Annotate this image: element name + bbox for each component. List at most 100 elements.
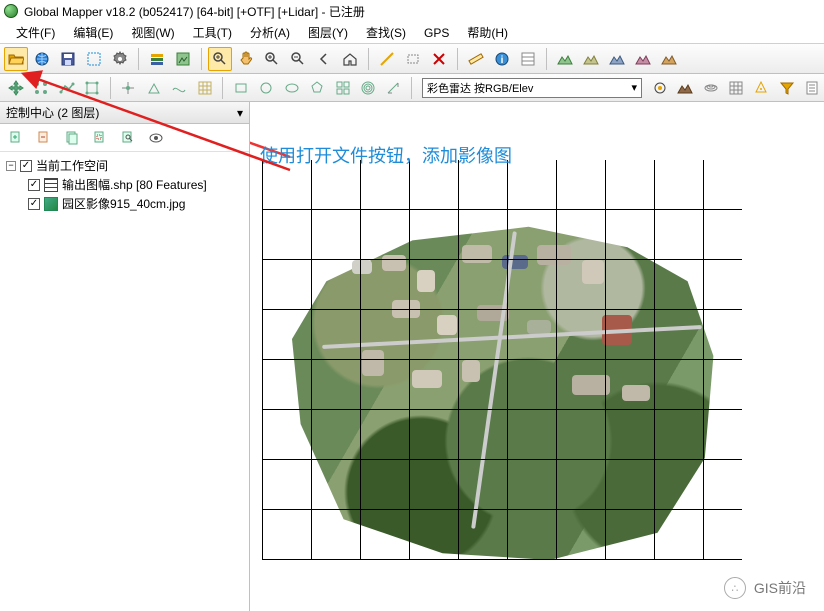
map-viewport bbox=[262, 160, 742, 560]
edit-grid-button[interactable] bbox=[193, 76, 216, 100]
raster-layer-icon bbox=[44, 197, 58, 211]
grid-overlay bbox=[262, 160, 742, 560]
analysis-grid-button[interactable] bbox=[724, 76, 747, 100]
map-canvas[interactable]: 使用打开文件按钮，添加影像图 bbox=[250, 102, 824, 611]
home-button[interactable] bbox=[338, 47, 362, 71]
checkbox[interactable]: ✓ bbox=[28, 179, 40, 191]
checkbox[interactable]: ✓ bbox=[28, 198, 40, 210]
attribute-button[interactable] bbox=[516, 47, 540, 71]
menu-view[interactable]: 视图(W) bbox=[123, 22, 182, 43]
zoom-tool-button[interactable] bbox=[208, 47, 232, 71]
annotation-text: 使用打开文件按钮，添加影像图 bbox=[260, 142, 512, 168]
control-center-panel: 控制中心 (2 图层) ▾ − ✓ 当前工作空间 ✓ 输出图幅.shp [80 … bbox=[0, 102, 250, 611]
expander-icon[interactable]: − bbox=[6, 161, 16, 171]
panel-title: 控制中心 (2 图层) ▾ bbox=[0, 102, 249, 124]
shape-circle-button[interactable] bbox=[255, 76, 278, 100]
map-button[interactable] bbox=[171, 47, 195, 71]
terrain-1-button[interactable] bbox=[553, 47, 577, 71]
menu-gps[interactable]: GPS bbox=[416, 24, 457, 42]
edit-shape-button[interactable] bbox=[142, 76, 165, 100]
toolbar-separator bbox=[110, 77, 111, 99]
analysis-contour-button[interactable] bbox=[699, 76, 722, 100]
panel-toolbar bbox=[0, 124, 249, 152]
menu-layer[interactable]: 图层(Y) bbox=[300, 22, 356, 43]
shape-poly-button[interactable] bbox=[305, 76, 328, 100]
panel-select-button[interactable] bbox=[88, 126, 112, 150]
edit-vertex-button[interactable] bbox=[117, 76, 140, 100]
menubar: 文件(F) 编辑(E) 视图(W) 工具(T) 分析(A) 图层(Y) 查找(S… bbox=[0, 22, 824, 44]
toolbar-separator bbox=[457, 48, 458, 70]
title-text: Global Mapper v18.2 (b052417) [64-bit] [… bbox=[24, 3, 365, 20]
info-button[interactable]: i bbox=[490, 47, 514, 71]
shader-combo-value: 彩色雷达 按RGB/Elev bbox=[427, 80, 533, 96]
toolbar-separator bbox=[368, 48, 369, 70]
layers-button[interactable] bbox=[145, 47, 169, 71]
toolbar-row-2: 彩色雷达 按RGB/Elev ▾ bbox=[0, 74, 824, 102]
digitize-line-button[interactable] bbox=[55, 76, 78, 100]
terrain-2-button[interactable] bbox=[579, 47, 603, 71]
analysis-watershed-button[interactable] bbox=[750, 76, 773, 100]
tree-root[interactable]: − ✓ 当前工作空间 bbox=[6, 156, 243, 175]
panel-copy-button[interactable] bbox=[60, 126, 84, 150]
edit-trace-button[interactable] bbox=[167, 76, 190, 100]
toolbar-separator bbox=[546, 48, 547, 70]
tree-layer-1-label: 输出图幅.shp [80 Features] bbox=[62, 176, 207, 193]
layer-tree: − ✓ 当前工作空间 ✓ 输出图幅.shp [80 Features] ✓ 园区… bbox=[0, 152, 249, 217]
terrain-3-button[interactable] bbox=[605, 47, 629, 71]
panel-remove-button[interactable] bbox=[32, 126, 56, 150]
shape-cogo-button[interactable] bbox=[382, 76, 405, 100]
menu-help[interactable]: 帮助(H) bbox=[459, 22, 516, 43]
analysis-script-button[interactable] bbox=[800, 76, 823, 100]
vector-layer-icon bbox=[44, 178, 58, 192]
save-button[interactable] bbox=[56, 47, 80, 71]
svg-text:i: i bbox=[501, 55, 504, 66]
tree-layer-2[interactable]: ✓ 园区影像915_40cm.jpg bbox=[6, 194, 243, 213]
menu-search[interactable]: 查找(S) bbox=[358, 22, 414, 43]
checkbox[interactable]: ✓ bbox=[20, 160, 32, 172]
draw-line-button[interactable] bbox=[375, 47, 399, 71]
panel-zoom-button[interactable] bbox=[116, 126, 140, 150]
terrain-4-button[interactable] bbox=[631, 47, 655, 71]
menu-file[interactable]: 文件(F) bbox=[8, 22, 63, 43]
draw-rect-button[interactable] bbox=[401, 47, 425, 71]
back-button[interactable] bbox=[312, 47, 336, 71]
chevron-down-icon: ▾ bbox=[631, 81, 637, 94]
tree-root-label: 当前工作空间 bbox=[36, 157, 108, 174]
analysis-terrain-button[interactable] bbox=[673, 76, 696, 100]
shader-combo[interactable]: 彩色雷达 按RGB/Elev ▾ bbox=[422, 78, 642, 98]
open-file-button[interactable] bbox=[4, 47, 28, 71]
tree-layer-2-label: 园区影像915_40cm.jpg bbox=[62, 195, 185, 212]
analysis-filter-button[interactable] bbox=[775, 76, 798, 100]
toolbar-separator bbox=[411, 77, 412, 99]
select-button[interactable] bbox=[82, 47, 106, 71]
menu-edit[interactable]: 编辑(E) bbox=[65, 22, 121, 43]
shape-ellipse-button[interactable] bbox=[280, 76, 303, 100]
app-icon bbox=[4, 4, 18, 18]
toolbar-separator bbox=[222, 77, 223, 99]
watermark-text: GIS前沿 bbox=[754, 578, 806, 598]
menu-analyze[interactable]: 分析(A) bbox=[242, 22, 298, 43]
main-area: 控制中心 (2 图层) ▾ − ✓ 当前工作空间 ✓ 输出图幅.shp [80 … bbox=[0, 102, 824, 611]
delete-button[interactable] bbox=[427, 47, 451, 71]
panel-visibility-button[interactable] bbox=[144, 126, 168, 150]
digitize-point-button[interactable] bbox=[29, 76, 52, 100]
digitize-poly-button[interactable] bbox=[80, 76, 103, 100]
analysis-gear-button[interactable] bbox=[648, 76, 671, 100]
zoom-in-button[interactable] bbox=[260, 47, 284, 71]
terrain-5-button[interactable] bbox=[657, 47, 681, 71]
globe-button[interactable] bbox=[30, 47, 54, 71]
shape-grid-button[interactable] bbox=[331, 76, 354, 100]
menu-tools[interactable]: 工具(T) bbox=[185, 22, 240, 43]
shape-rect-button[interactable] bbox=[229, 76, 252, 100]
tree-layer-1[interactable]: ✓ 输出图幅.shp [80 Features] bbox=[6, 175, 243, 194]
measure-button[interactable] bbox=[464, 47, 488, 71]
toolbar-row-1: i bbox=[0, 44, 824, 74]
toolbar-separator bbox=[201, 48, 202, 70]
shape-range-button[interactable] bbox=[356, 76, 379, 100]
panel-dropdown-icon[interactable]: ▾ bbox=[237, 106, 249, 120]
config-button[interactable] bbox=[108, 47, 132, 71]
zoom-out-button[interactable] bbox=[286, 47, 310, 71]
pan-button[interactable] bbox=[234, 47, 258, 71]
digitize-move-button[interactable] bbox=[4, 76, 27, 100]
panel-add-button[interactable] bbox=[4, 126, 28, 150]
